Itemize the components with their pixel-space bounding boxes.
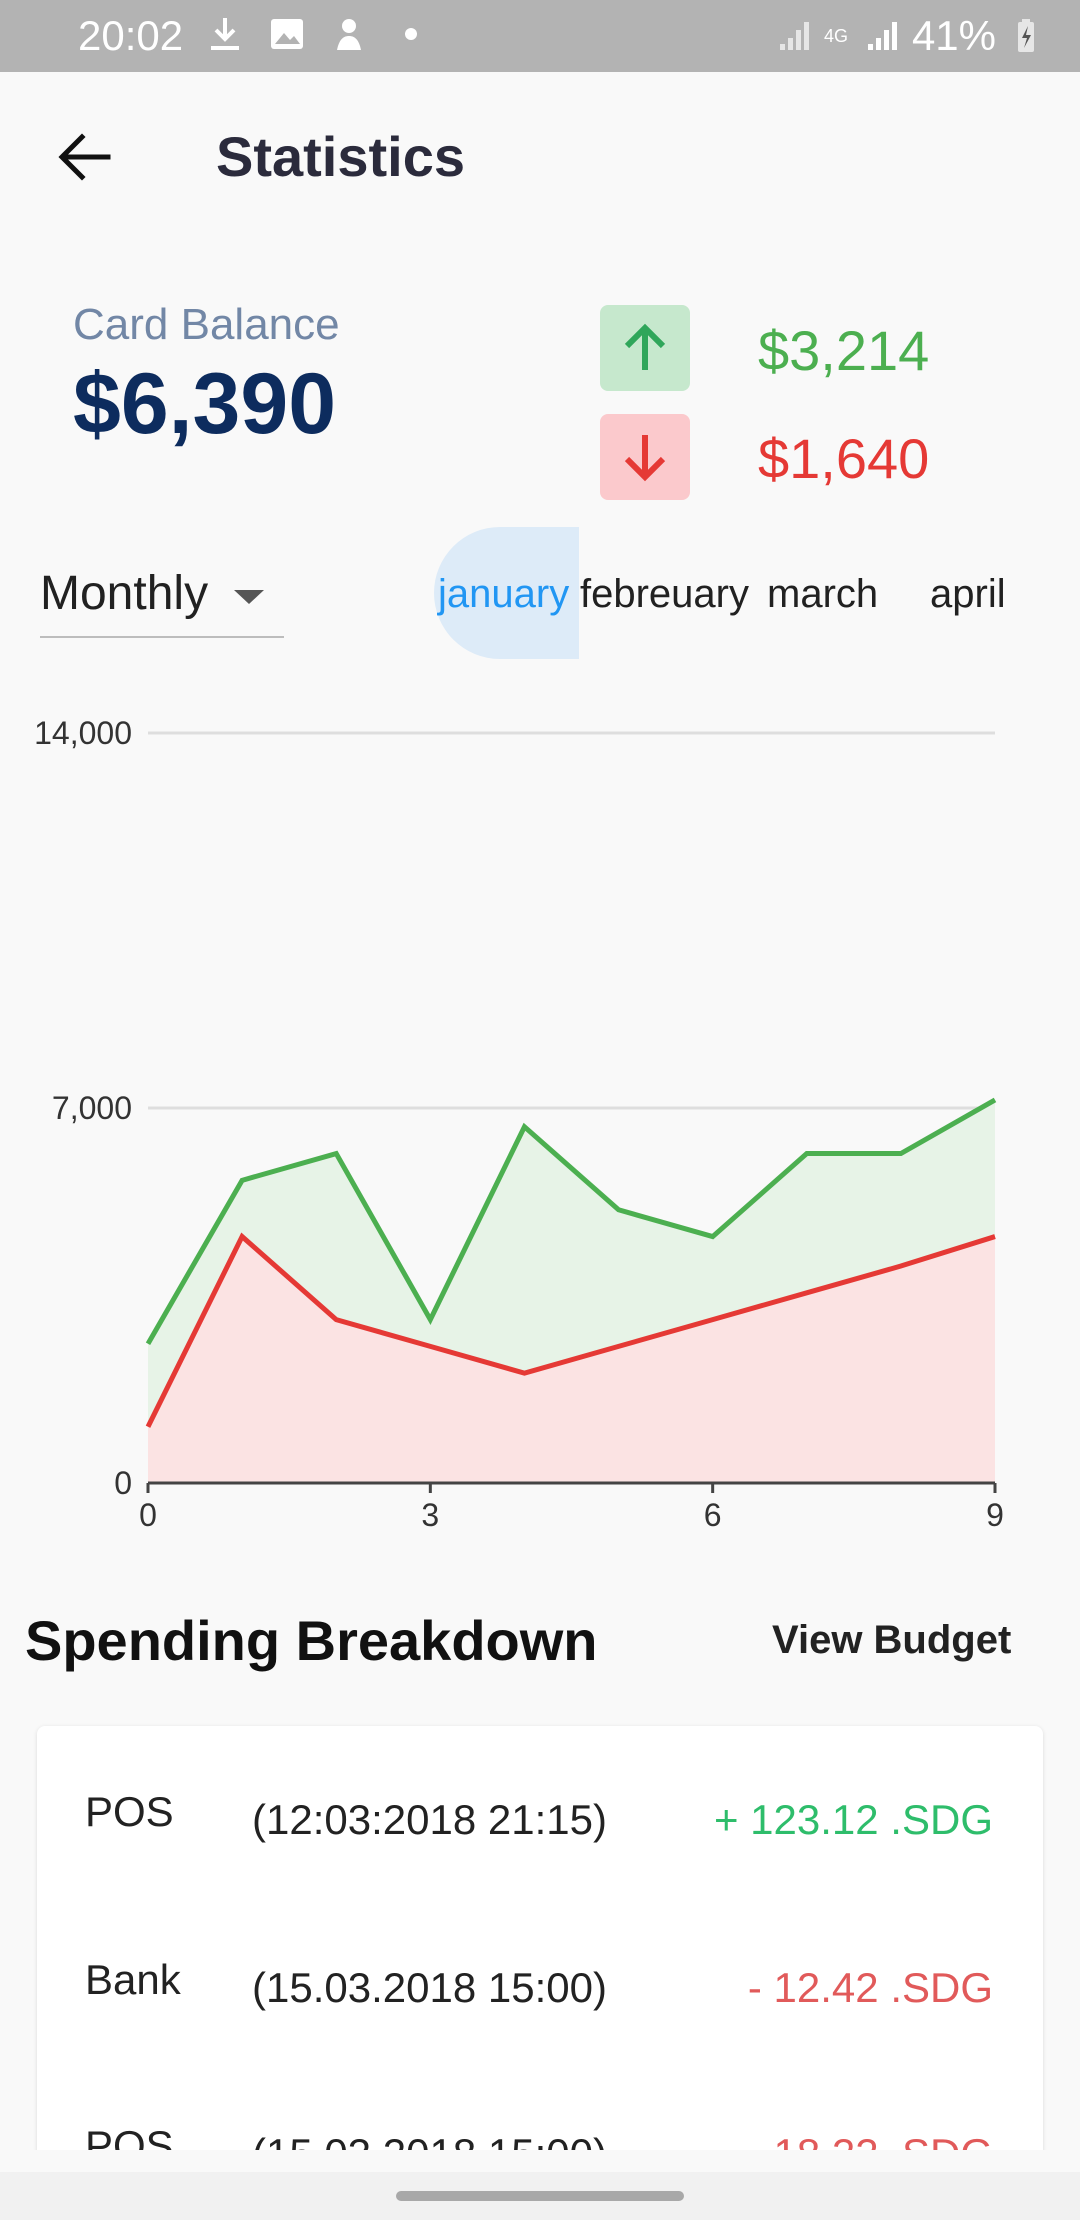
- transaction-row[interactable]: Bank (15.03.2018 15:00) - 12.42 .SDG: [37, 1956, 1043, 2076]
- transaction-type: Bank: [85, 1956, 181, 2003]
- transaction-date: (15.03.2018 15:00): [252, 1964, 607, 2011]
- transaction-amount: - 12.42 .SDG: [747, 1964, 993, 2011]
- transactions-card: POS (12:03:2018 21:15) + 123.12 .SDG Ban…: [37, 1726, 1043, 2150]
- transaction-type: POS: [85, 2122, 174, 2150]
- transaction-row[interactable]: POS (12:03:2018 21:15) + 123.12 .SDG: [37, 1788, 1043, 1908]
- transaction-row[interactable]: POS (15.03.2018 15:00) - 18.22 .SDG: [37, 2122, 1043, 2150]
- transaction-amount: - 18.22 .SDG: [748, 2130, 993, 2150]
- transaction-date: (15.03.2018 15:00): [252, 2130, 607, 2150]
- transaction-amount: + 123.12 .SDG: [713, 1796, 993, 1843]
- transaction-type: POS: [85, 1788, 174, 1835]
- home-gesture-handle[interactable]: [396, 2191, 684, 2201]
- transaction-date: (12:03:2018 21:15): [252, 1796, 607, 1843]
